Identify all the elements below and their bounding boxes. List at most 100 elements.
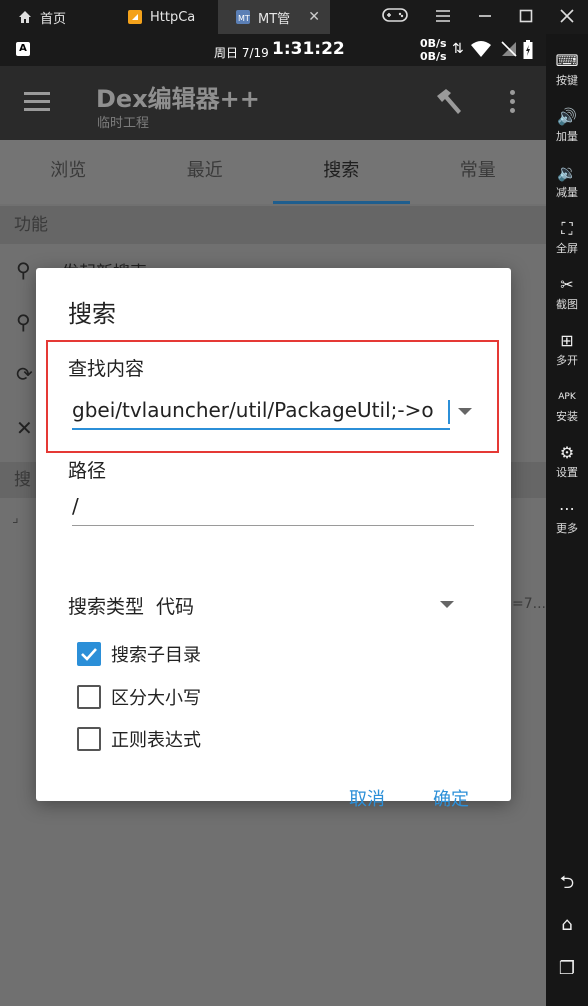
status-day: 周日 7/19: [214, 46, 269, 60]
battery-icon: [523, 40, 533, 59]
side-label: 多开: [556, 354, 578, 367]
side-keymap-button[interactable]: ⌨ 按键: [546, 50, 588, 88]
corner-mark-icon: ⌟: [12, 510, 19, 526]
side-multi-instance-button[interactable]: ⊞ 多开: [546, 330, 588, 368]
net-down: 0B/s: [420, 50, 447, 63]
option-label: 正则表达式: [111, 730, 201, 751]
fullscreen-icon: ⛶: [561, 219, 573, 238]
option-case-sensitive[interactable]: 区分大小写: [77, 684, 201, 710]
side-fullscreen-button[interactable]: ⛶ 全屏: [546, 218, 588, 256]
ok-button[interactable]: 确定: [433, 785, 469, 811]
list-item-fragment: =7...: [512, 596, 546, 612]
search-icon: ⚲: [16, 258, 31, 282]
side-volume-up-button[interactable]: 🔊 加量: [546, 106, 588, 144]
checkbox-icon[interactable]: [77, 727, 101, 751]
path-input[interactable]: /: [72, 490, 474, 526]
home-icon: [19, 11, 31, 23]
recents-icon[interactable]: ❐: [546, 958, 588, 979]
path-label: 路径: [68, 460, 107, 482]
side-label: 全屏: [556, 242, 578, 255]
search-icon: ⚲: [16, 310, 31, 334]
network-speed: 0B/s 0B/s: [420, 37, 447, 63]
tab-browse[interactable]: 浏览: [0, 140, 137, 204]
net-up: 0B/s: [420, 37, 447, 50]
mt-manager-app-icon: MT: [236, 10, 250, 24]
cancel-button[interactable]: 取消: [349, 785, 385, 811]
chevron-down-icon[interactable]: [440, 601, 454, 608]
side-install-button[interactable]: APK 安装: [546, 386, 588, 424]
gamepad-icon[interactable]: [381, 7, 408, 27]
emulator-tab-mt-manager[interactable]: MT MT管 ✕: [218, 0, 330, 34]
side-label: 减量: [556, 186, 578, 199]
side-settings-button[interactable]: ⚙ 设置: [546, 442, 588, 480]
close-icon: ✕: [16, 416, 33, 440]
app-bar: Dex编辑器++ 临时工程: [0, 66, 546, 140]
no-signal-icon: [501, 41, 517, 57]
hamburger-menu-icon[interactable]: [435, 8, 451, 27]
side-label: 设置: [556, 466, 578, 479]
back-icon[interactable]: ⮌: [546, 870, 588, 900]
close-icon[interactable]: ✕: [308, 9, 320, 25]
page-subtitle: 临时工程: [97, 116, 150, 131]
volume-down-icon: 🔉: [557, 163, 577, 182]
refresh-icon: ⟳: [16, 362, 33, 386]
dialog-title: 搜索: [68, 300, 116, 328]
side-volume-down-button[interactable]: 🔉 减量: [546, 162, 588, 200]
hammer-icon[interactable]: [434, 87, 464, 117]
emulator-tab-label: MT管: [258, 11, 291, 27]
overflow-menu-icon[interactable]: [510, 90, 516, 117]
data-arrows-icon: ⇅: [452, 41, 464, 57]
side-label: 截图: [556, 298, 578, 311]
option-label: 区分大小写: [111, 688, 201, 709]
tab-recent[interactable]: 最近: [137, 140, 274, 204]
emulator-tab-bar: 首页 HttpCa MT MT管 ✕: [0, 0, 588, 34]
httpcanary-app-icon: [128, 10, 142, 24]
emulator-window-controls: [368, 0, 588, 34]
side-label: 安装: [556, 410, 578, 423]
more-icon: ⋯: [559, 499, 575, 518]
emulator-tab-label: 首页: [40, 11, 67, 27]
search-type-value: 代码: [156, 596, 195, 618]
history-dropdown-icon[interactable]: [458, 408, 472, 415]
find-content-label: 查找内容: [68, 358, 145, 380]
path-value: /: [72, 494, 79, 518]
checkbox-icon[interactable]: [77, 685, 101, 709]
tab-bar: 浏览 最近 搜索 常量: [0, 140, 546, 204]
emulator-side-bar: ⌨ 按键 🔊 加量 🔉 减量 ⛶ 全屏 ✂ 截图 ⊞ 多开 APK 安装 ⚙ 设…: [546, 34, 588, 1006]
scissors-icon: ✂: [560, 275, 574, 294]
volume-up-icon: 🔊: [557, 107, 577, 126]
side-more-button[interactable]: ⋯ 更多: [546, 498, 588, 536]
find-content-input[interactable]: gbei/tvlauncher/util/PackageUtil;->o: [72, 394, 450, 430]
maximize-icon[interactable]: [519, 8, 533, 27]
multi-instance-icon: ⊞: [560, 331, 574, 350]
page-title: Dex编辑器++: [96, 85, 260, 113]
tab-constants[interactable]: 常量: [410, 140, 547, 204]
svg-text:MT: MT: [238, 14, 250, 23]
section-header-functions: 功能: [0, 206, 546, 244]
emulator-tab-httpcanary[interactable]: HttpCa: [110, 0, 218, 34]
find-content-value: gbei/tvlauncher/util/PackageUtil;->o: [72, 398, 434, 422]
keyboard-icon: ⌨: [555, 51, 579, 70]
minimize-icon[interactable]: [478, 8, 492, 27]
side-label: 按键: [556, 74, 578, 87]
search-type-label: 搜索类型: [68, 596, 145, 618]
text-caret: [448, 400, 450, 424]
option-regex[interactable]: 正则表达式: [77, 726, 201, 752]
emulator-tab-label: HttpCa: [150, 9, 196, 25]
close-window-icon[interactable]: [560, 8, 574, 27]
side-screenshot-button[interactable]: ✂ 截图: [546, 274, 588, 312]
tab-search[interactable]: 搜索: [273, 140, 410, 204]
option-label: 搜索子目录: [111, 645, 201, 666]
emulator-tab-home[interactable]: 首页: [0, 0, 110, 34]
checkbox-checked-icon[interactable]: [77, 642, 101, 666]
home-nav-icon[interactable]: ⌂: [546, 914, 588, 935]
side-label: 加量: [556, 130, 578, 143]
search-dialog: 搜索 查找内容 gbei/tvlauncher/util/PackageUtil…: [36, 268, 511, 810]
sim-badge: A: [16, 42, 30, 56]
android-screen: A 周日 7/19 1:31:22 0B/s 0B/s ⇅ Dex编辑器++ 临…: [0, 34, 546, 1006]
apk-icon: APK: [558, 392, 576, 402]
option-search-subdirectories[interactable]: 搜索子目录: [77, 641, 201, 667]
menu-icon[interactable]: [24, 92, 50, 112]
gear-icon: ⚙: [559, 443, 575, 462]
search-type-select[interactable]: 搜索类型 代码: [68, 592, 194, 619]
